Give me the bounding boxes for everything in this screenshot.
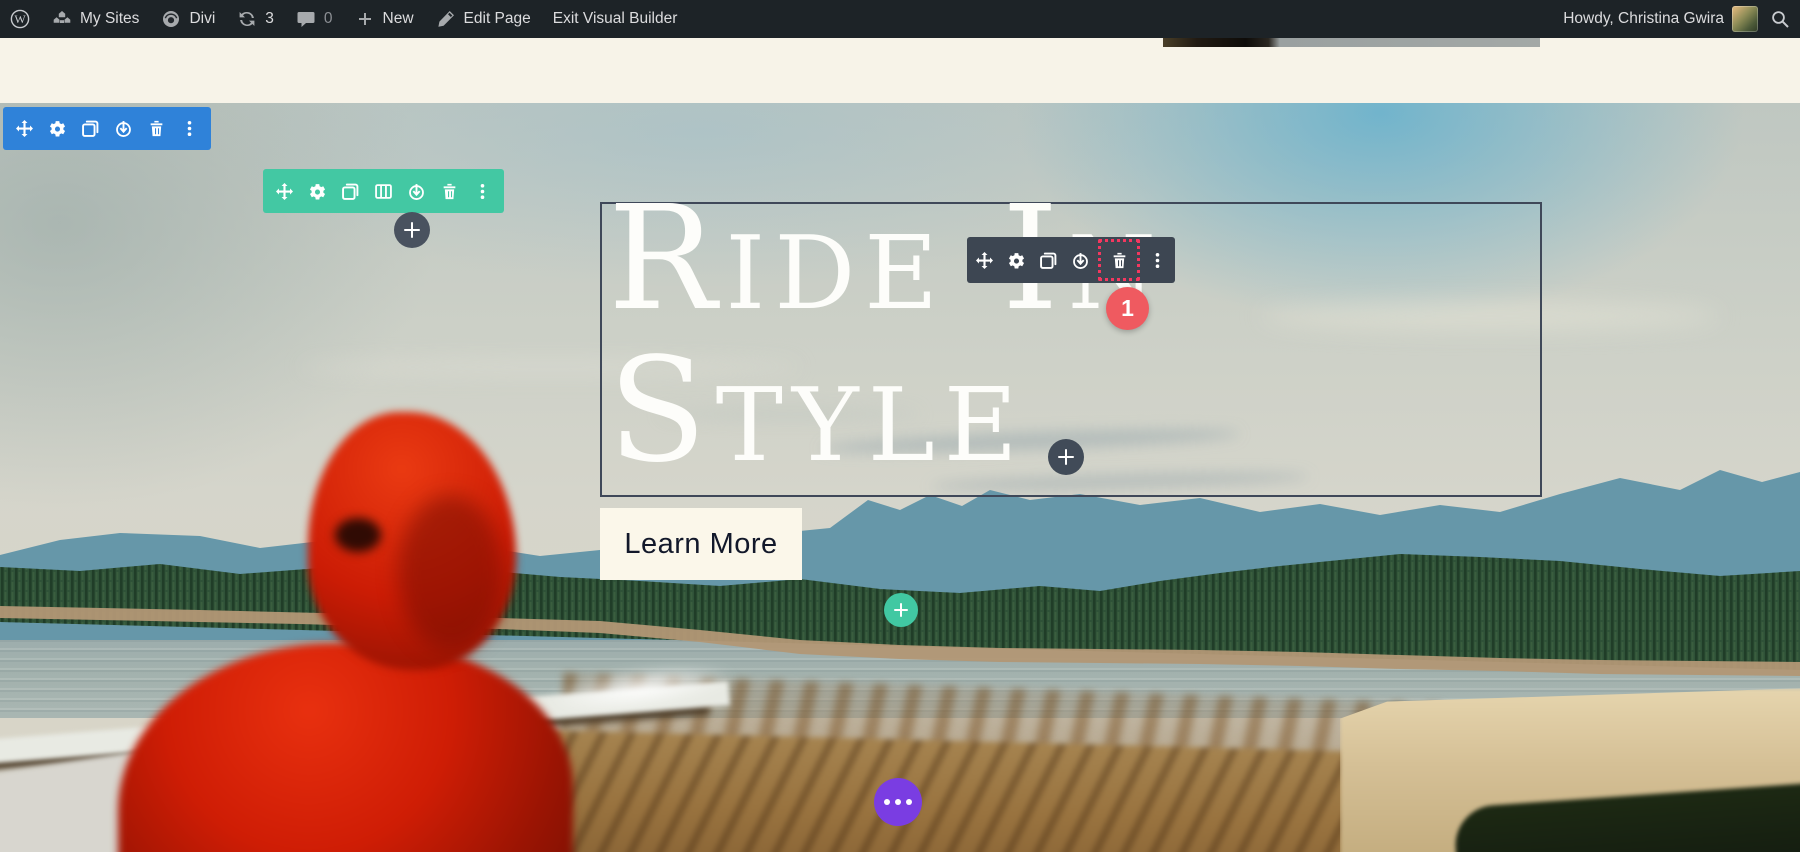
options-icon[interactable] [474,183,491,200]
row-toolbar[interactable] [263,169,504,213]
divi-logo-icon [161,9,181,29]
wordpress-logo-icon: W [10,9,30,29]
section-toolbar[interactable] [3,107,211,150]
plus-icon [894,603,908,617]
avatar [1732,6,1758,32]
previous-section-edge [1163,38,1540,47]
add-row-button[interactable] [884,593,918,627]
delete-icon[interactable] [441,183,458,200]
plus-icon [355,9,375,29]
move-icon[interactable] [16,120,33,137]
dot-icon [884,799,890,805]
add-module-button[interactable] [1048,439,1084,475]
save-icon[interactable] [1072,252,1089,269]
divi-menu[interactable]: Divi [161,9,215,29]
pencil-icon [436,9,456,29]
search-button[interactable] [1770,9,1790,29]
settings-icon[interactable] [309,183,326,200]
plus-icon [404,222,420,238]
my-sites-menu[interactable]: My Sites [52,9,139,29]
account-menu[interactable]: Howdy, Christina Gwira [1563,6,1758,32]
edit-page-label: Edit Page [464,10,531,28]
plus-icon [1058,449,1074,465]
divi-visual-builder-screen: W My Sites Divi 3 0 New Edit Page Exit V… [0,0,1800,852]
exit-visual-builder-button[interactable]: Exit Visual Builder [553,10,678,28]
options-icon[interactable] [181,120,198,137]
updates-menu[interactable]: 3 [237,9,274,29]
columns-icon[interactable] [375,183,392,200]
move-icon[interactable] [276,183,293,200]
edit-page-button[interactable]: Edit Page [436,9,531,29]
svg-text:W: W [14,12,26,26]
updates-count: 3 [265,10,274,28]
delete-icon[interactable] [1111,252,1128,269]
page-settings-button[interactable] [874,778,922,826]
notification-badge: 1 [1106,287,1149,330]
module-toolbar[interactable] [967,237,1175,283]
comments-menu[interactable]: 0 [296,9,333,29]
learn-more-button[interactable]: Learn More [600,508,802,580]
hood-shadow [398,495,503,650]
delete-icon[interactable] [148,120,165,137]
save-icon[interactable] [408,183,425,200]
save-icon[interactable] [115,120,132,137]
duplicate-icon[interactable] [342,183,359,200]
page-background-strip [0,38,1800,103]
divi-label: Divi [189,10,215,28]
duplicate-icon[interactable] [82,120,99,137]
options-icon[interactable] [1149,252,1166,269]
move-icon[interactable] [976,252,993,269]
face-shadow [335,518,381,552]
settings-icon[interactable] [1008,252,1025,269]
my-sites-label: My Sites [80,10,139,28]
howdy-label: Howdy, Christina Gwira [1563,10,1724,28]
settings-icon[interactable] [49,120,66,137]
wordpress-menu[interactable]: W [10,9,30,29]
my-sites-icon [52,9,72,29]
dot-icon [895,799,901,805]
new-label: New [383,10,414,28]
comments-count: 0 [324,10,333,28]
new-content-menu[interactable]: New [355,9,414,29]
comments-icon [296,9,316,29]
dot-icon [906,799,912,805]
hero-heading: Ride In Style [608,182,1165,486]
search-icon [1770,9,1790,29]
duplicate-icon[interactable] [1040,252,1057,269]
wp-admin-bar: W My Sites Divi 3 0 New Edit Page Exit V… [0,0,1800,38]
exit-visual-builder-label: Exit Visual Builder [553,10,678,28]
updates-icon [237,9,257,29]
add-module-button-row[interactable] [394,212,430,248]
highlighted-delete-target[interactable] [1098,239,1140,281]
